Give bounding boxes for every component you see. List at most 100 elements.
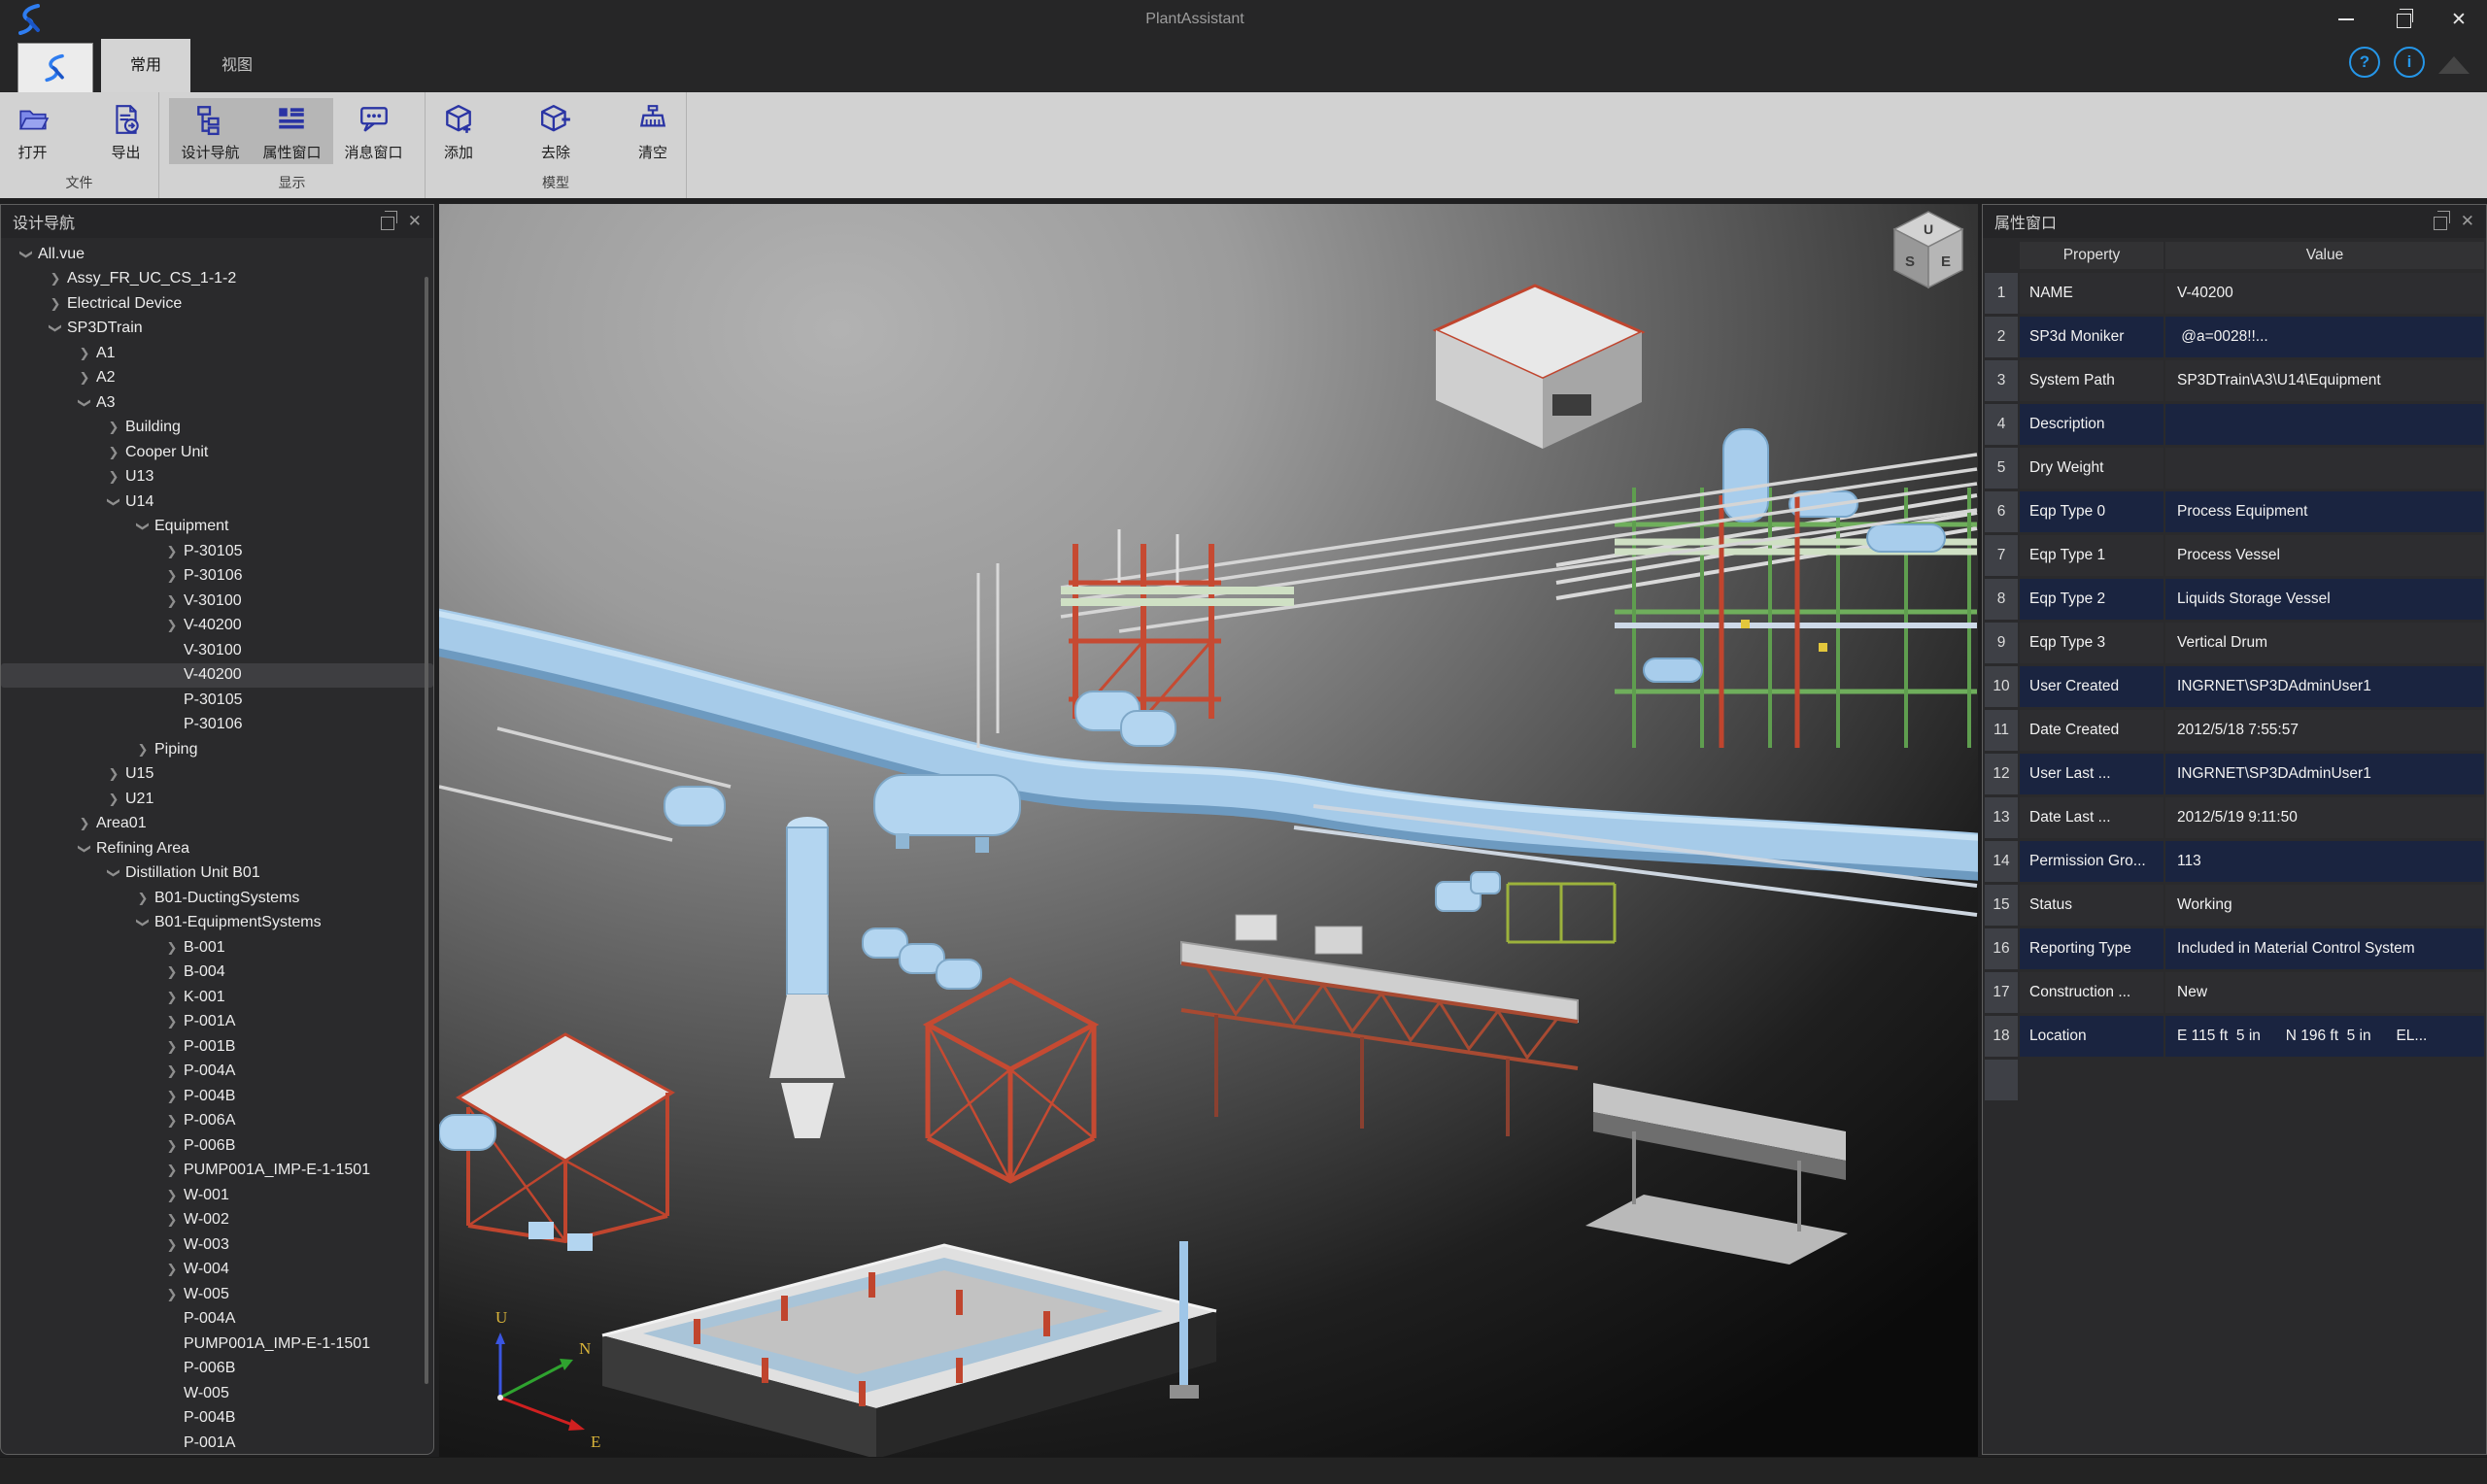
property-value-cell[interactable]: Liquids Storage Vessel — [2165, 579, 2484, 620]
chevron-right-icon[interactable]: ❯ — [160, 1163, 184, 1178]
viewport-3d[interactable]: U S E U N E — [439, 204, 1978, 1457]
tree-item[interactable]: ❯P-004A — [1, 1060, 433, 1085]
tree-scrollbar[interactable] — [425, 277, 428, 1384]
property-name-cell[interactable]: Eqp Type 2 — [2020, 579, 2163, 620]
tree-item[interactable]: ❯U21 — [1, 787, 433, 812]
chevron-right-icon[interactable]: ❯ — [102, 445, 125, 460]
design-navigation-button[interactable]: 设计导航 — [169, 98, 251, 164]
tree-item[interactable]: ❯U15 — [1, 762, 433, 788]
tree-item[interactable]: ❯W-004 — [1, 1258, 433, 1283]
tree-item[interactable]: ❯K-001 — [1, 985, 433, 1010]
float-panel-icon[interactable] — [2434, 217, 2447, 230]
property-value-cell[interactable]: V-40200 — [2165, 273, 2484, 314]
tree-item[interactable]: P-006B — [1, 1357, 433, 1382]
property-value-cell[interactable]: Working — [2165, 885, 2484, 926]
property-window-button[interactable]: 属性窗口 — [251, 98, 332, 164]
property-name-cell[interactable]: Description — [2020, 404, 2163, 445]
chevron-down-icon[interactable]: ❯ — [77, 837, 92, 860]
tree-item[interactable]: V-40200 — [1, 663, 433, 689]
chevron-right-icon[interactable]: ❯ — [160, 544, 184, 559]
property-name-cell[interactable]: Reporting Type — [2020, 928, 2163, 969]
property-name-cell[interactable]: Eqp Type 0 — [2020, 491, 2163, 532]
chevron-down-icon[interactable]: ❯ — [135, 911, 151, 934]
open-button[interactable]: 打开 — [0, 98, 73, 164]
tab-home[interactable]: 常用 — [101, 39, 190, 92]
property-name-cell[interactable]: Eqp Type 1 — [2020, 535, 2163, 576]
property-value-cell[interactable]: Included in Material Control System — [2165, 928, 2484, 969]
tree-item[interactable]: ❯P-006A — [1, 1109, 433, 1134]
tree-item[interactable]: P-004B — [1, 1406, 433, 1432]
export-button[interactable]: 导出 — [86, 98, 166, 164]
tree-item[interactable]: ❯Refining Area — [1, 836, 433, 861]
property-value-cell[interactable]: New — [2165, 972, 2484, 1013]
chevron-down-icon[interactable]: ❯ — [106, 861, 121, 885]
tree-item[interactable]: ❯SP3DTrain — [1, 317, 433, 342]
property-name-cell[interactable]: Permission Gro... — [2020, 841, 2163, 882]
close-button[interactable]: ✕ — [2431, 0, 2487, 39]
tree-item[interactable]: ❯Equipment — [1, 515, 433, 540]
remove-button[interactable]: 去除 — [516, 98, 596, 164]
tree-item[interactable]: ❯A3 — [1, 390, 433, 416]
property-value-cell[interactable]: E 115 ft 5 in N 196 ft 5 in EL... — [2165, 1016, 2484, 1057]
tree-item[interactable]: ❯Piping — [1, 737, 433, 762]
chevron-right-icon[interactable]: ❯ — [160, 990, 184, 1005]
property-name-cell[interactable]: Date Created — [2020, 710, 2163, 751]
tree-item[interactable]: P-30106 — [1, 713, 433, 738]
chevron-right-icon[interactable]: ❯ — [160, 1063, 184, 1079]
property-name-cell[interactable]: NAME — [2020, 273, 2163, 314]
tree-item[interactable]: ❯W-001 — [1, 1183, 433, 1208]
property-name-cell[interactable]: Location — [2020, 1016, 2163, 1057]
tree-item[interactable]: ❯All.vue — [1, 242, 433, 267]
tree-item[interactable]: ❯B-004 — [1, 961, 433, 986]
chevron-right-icon[interactable]: ❯ — [160, 618, 184, 633]
chevron-right-icon[interactable]: ❯ — [160, 593, 184, 609]
property-name-cell[interactable]: User Last ... — [2020, 754, 2163, 794]
chevron-right-icon[interactable]: ❯ — [160, 1039, 184, 1055]
tree-item[interactable]: ❯U14 — [1, 489, 433, 515]
collapse-ribbon-icon[interactable] — [2438, 56, 2470, 74]
chevron-right-icon[interactable]: ❯ — [102, 469, 125, 485]
chevron-right-icon[interactable]: ❯ — [160, 1262, 184, 1277]
tree-item[interactable]: ❯B-001 — [1, 935, 433, 961]
property-name-cell[interactable]: Date Last ... — [2020, 797, 2163, 838]
property-name-cell[interactable]: Construction ... — [2020, 972, 2163, 1013]
property-name-cell[interactable]: System Path — [2020, 360, 2163, 401]
chevron-down-icon[interactable]: ❯ — [18, 243, 34, 266]
chevron-down-icon[interactable]: ❯ — [48, 317, 63, 340]
close-panel-icon[interactable]: ✕ — [2461, 212, 2474, 231]
tree-item[interactable]: ❯A1 — [1, 341, 433, 366]
tab-view[interactable]: 视图 — [198, 39, 276, 92]
tree-item[interactable]: P-004A — [1, 1307, 433, 1332]
property-name-cell[interactable]: Eqp Type 3 — [2020, 623, 2163, 663]
value-column-header[interactable]: Value — [2165, 242, 2484, 269]
chevron-down-icon[interactable]: ❯ — [135, 515, 151, 538]
tree-item[interactable]: ❯Distillation Unit B01 — [1, 861, 433, 887]
tree-item[interactable]: ❯P-004B — [1, 1084, 433, 1109]
chevron-right-icon[interactable]: ❯ — [160, 568, 184, 584]
chevron-right-icon[interactable]: ❯ — [160, 1089, 184, 1104]
message-window-button[interactable]: 消息窗口 — [333, 98, 415, 164]
info-button[interactable]: i — [2394, 47, 2425, 78]
tree-item[interactable]: ❯A2 — [1, 366, 433, 391]
chevron-right-icon[interactable]: ❯ — [160, 1188, 184, 1203]
property-column-header[interactable]: Property — [2020, 242, 2163, 269]
chevron-right-icon[interactable]: ❯ — [160, 1237, 184, 1253]
chevron-right-icon[interactable]: ❯ — [131, 742, 154, 758]
tree-item[interactable]: ❯V-30100 — [1, 589, 433, 614]
tree-item[interactable]: ❯U13 — [1, 465, 433, 490]
clear-button[interactable]: 清空 — [613, 98, 693, 164]
property-value-cell[interactable]: Process Vessel — [2165, 535, 2484, 576]
tree-item[interactable]: V-30100 — [1, 638, 433, 663]
chevron-right-icon[interactable]: ❯ — [73, 346, 96, 361]
property-value-cell[interactable]: Process Equipment — [2165, 491, 2484, 532]
tree-item[interactable]: ❯P-001B — [1, 1034, 433, 1060]
tree-item[interactable]: ❯PUMP001A_IMP-E-1-1501 — [1, 1159, 433, 1184]
tree-item[interactable]: W-005 — [1, 1381, 433, 1406]
tree-item[interactable]: ❯Cooper Unit — [1, 440, 433, 465]
chevron-right-icon[interactable]: ❯ — [44, 271, 67, 287]
minimize-button[interactable] — [2318, 0, 2374, 39]
tree-item[interactable]: ❯V-40200 — [1, 614, 433, 639]
chevron-right-icon[interactable]: ❯ — [73, 816, 96, 831]
tree-item[interactable]: ❯B01-EquipmentSystems — [1, 911, 433, 936]
chevron-right-icon[interactable]: ❯ — [160, 940, 184, 956]
